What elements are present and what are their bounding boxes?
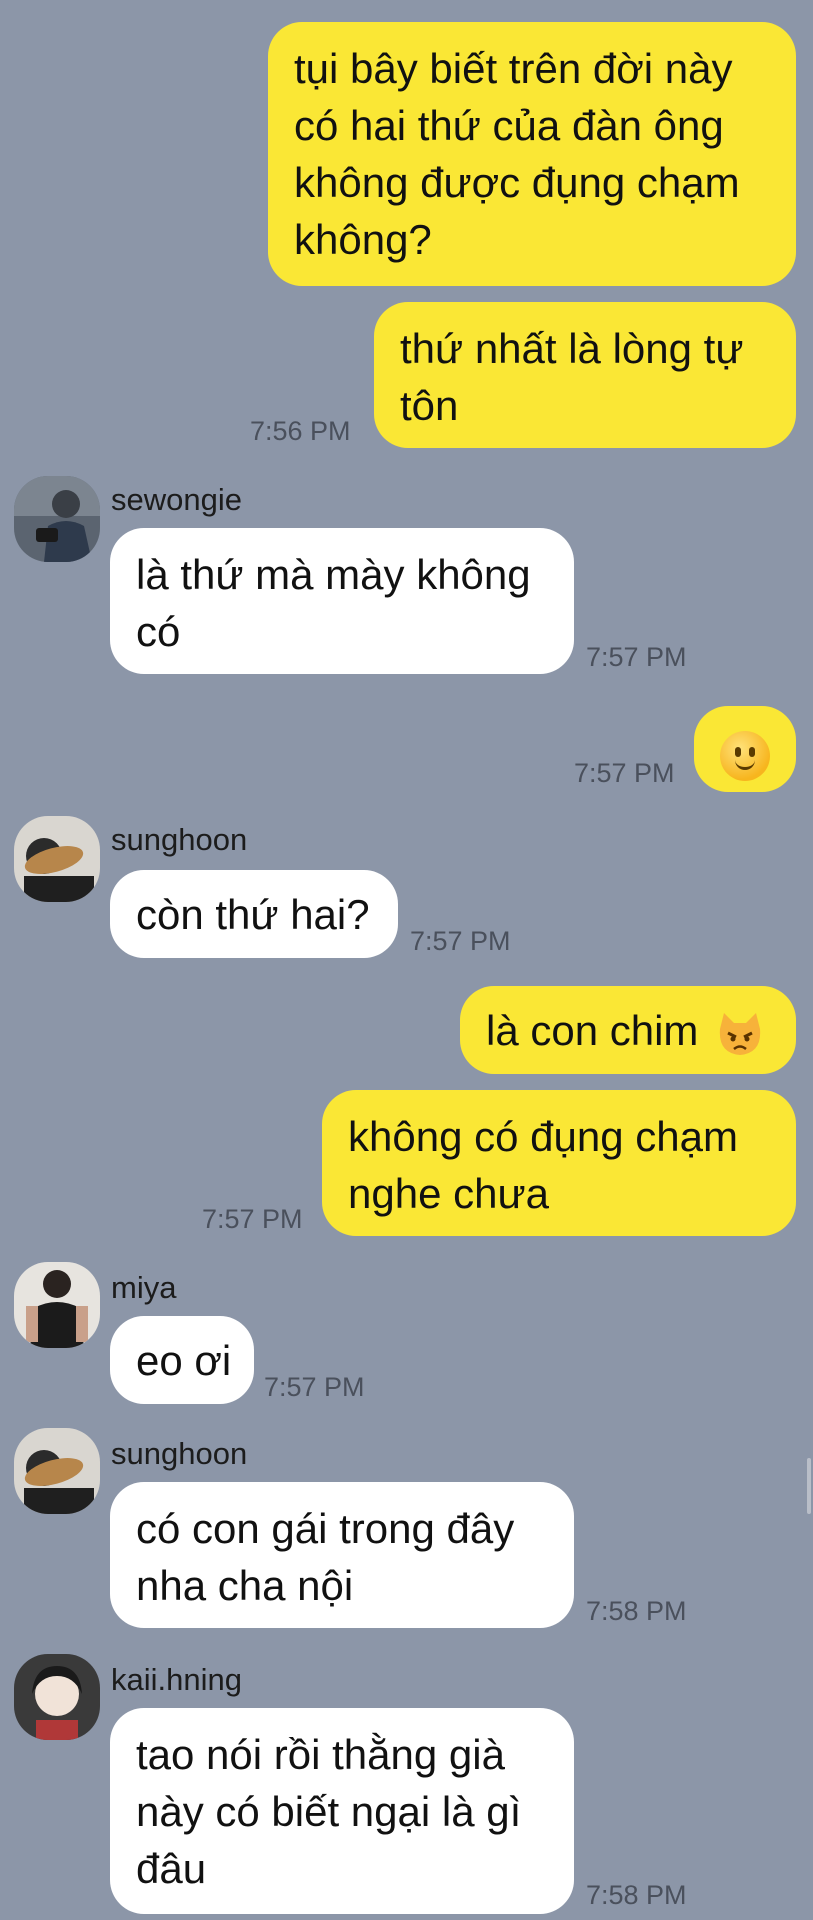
message-timestamp: 7:57 PM: [202, 1204, 303, 1234]
incoming-message-bubble[interactable]: là thứ mà mày không có: [110, 528, 574, 674]
message-line: này có biết ngại là gì: [136, 1788, 522, 1835]
outgoing-message-bubble[interactable]: tụi bây biết trên đời này có hai thứ của…: [268, 22, 796, 286]
message-line: còn thứ hai?: [136, 891, 370, 938]
sender-name: miya: [111, 1270, 177, 1305]
outgoing-message-bubble[interactable]: thứ nhất là lòng tự tôn: [374, 302, 796, 448]
message-timestamp: 7:57 PM: [264, 1372, 365, 1402]
message-line: có hai thứ của đàn ông: [294, 102, 724, 149]
avatar[interactable]: [14, 1262, 100, 1348]
message-timestamp: 7:57 PM: [586, 642, 687, 672]
sender-name: kaii.hning: [111, 1662, 242, 1697]
outgoing-message-bubble[interactable]: là con chim: [460, 986, 796, 1074]
message-line: tao nói rồi thằng già: [136, 1731, 505, 1778]
incoming-message-bubble[interactable]: có con gái trong đây nha cha nội: [110, 1482, 574, 1628]
avatar[interactable]: [14, 1654, 100, 1740]
avatar[interactable]: [14, 1428, 100, 1514]
incoming-message-bubble[interactable]: tao nói rồi thằng già này có biết ngại l…: [110, 1708, 574, 1914]
message-line: là con chim: [486, 1007, 699, 1054]
message-line: có: [136, 608, 181, 655]
avatar[interactable]: [14, 816, 100, 902]
message-line: có con gái trong đây: [136, 1505, 515, 1552]
outgoing-emoji-bubble[interactable]: [694, 706, 796, 792]
sender-name: sewongie: [111, 482, 242, 517]
message-line: không được đụng chạm: [294, 159, 740, 206]
incoming-message-bubble[interactable]: còn thứ hai?: [110, 870, 398, 958]
pouting-cat-icon: [716, 1011, 764, 1057]
message-timestamp: 7:58 PM: [586, 1596, 687, 1626]
message-timestamp: 7:57 PM: [410, 926, 511, 956]
sender-name: sunghoon: [111, 822, 248, 857]
slightly-smiling-face-icon: [720, 730, 770, 781]
message-timestamp: 7:57 PM: [574, 758, 675, 788]
message-line: tôn: [400, 382, 459, 429]
message-timestamp: 7:56 PM: [250, 416, 351, 446]
scrollbar[interactable]: [807, 1458, 811, 1514]
message-line: đâu: [136, 1845, 207, 1892]
message-line: nghe chưa: [348, 1170, 549, 1217]
message-line: không có đụng chạm: [348, 1113, 738, 1160]
sender-name: sunghoon: [111, 1436, 248, 1471]
message-line: thứ nhất là lòng tự: [400, 325, 744, 372]
outgoing-message-bubble[interactable]: không có đụng chạm nghe chưa: [322, 1090, 796, 1236]
message-line: eo ơi: [136, 1337, 232, 1384]
incoming-message-bubble[interactable]: eo ơi: [110, 1316, 254, 1404]
message-line: là thứ mà mày không: [136, 551, 531, 598]
message-line: tụi bây biết trên đời này: [294, 45, 733, 92]
message-line: nha cha nội: [136, 1562, 354, 1609]
message-timestamp: 7:58 PM: [586, 1880, 687, 1910]
message-line: không?: [294, 216, 432, 263]
avatar[interactable]: [14, 476, 100, 562]
